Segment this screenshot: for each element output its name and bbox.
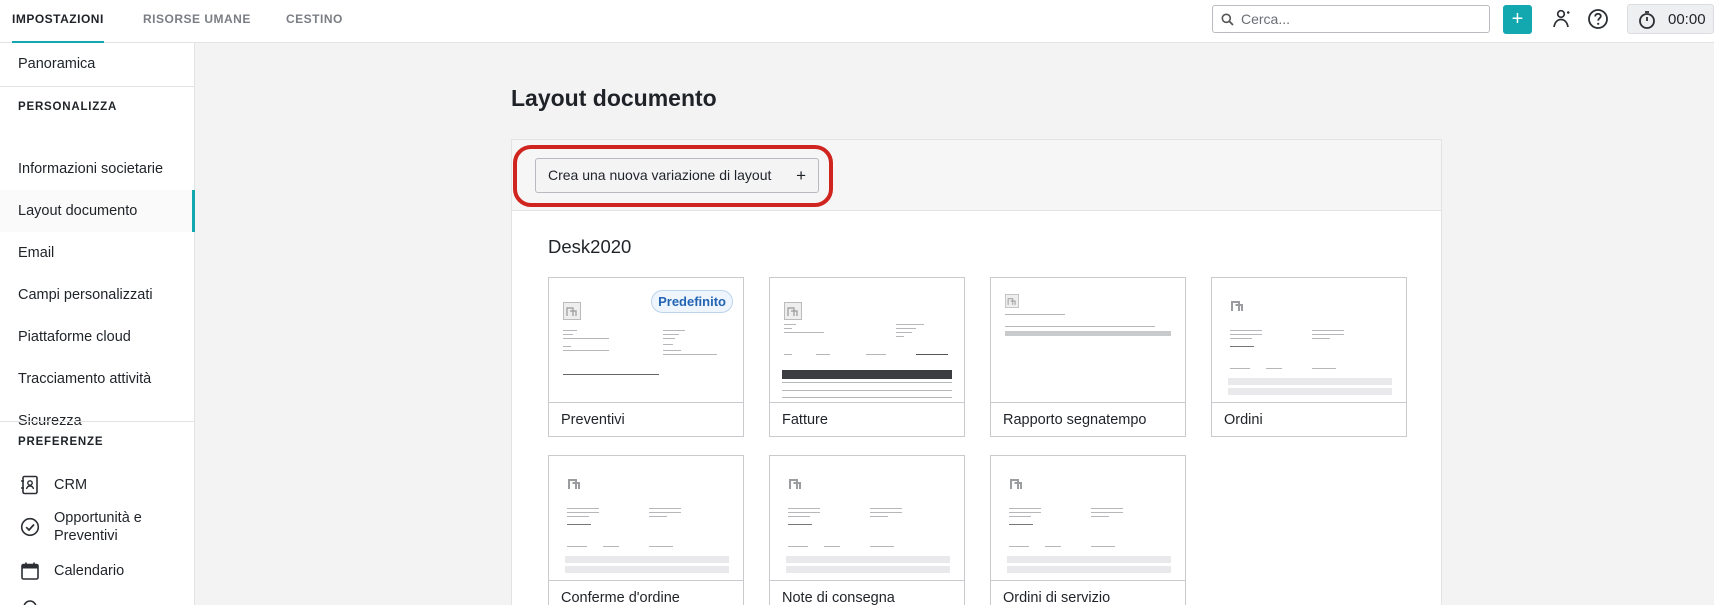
- sidebar: Panoramica PERSONALIZZA Informazioni soc…: [0, 43, 195, 605]
- page-title: Layout documento: [511, 85, 717, 111]
- check-circle-icon: [20, 517, 40, 537]
- sidebar-item-label: Calendario: [54, 563, 125, 579]
- timer-button[interactable]: 00:00: [1627, 4, 1714, 34]
- tab-risorse-umane[interactable]: RISORSE UMANE: [143, 0, 251, 43]
- layout-card-label: Conferme d'ordine: [549, 580, 743, 605]
- logo-placeholder-icon: [563, 302, 581, 320]
- layout-card-label: Ordini di servizio: [991, 580, 1185, 605]
- logo-placeholder-icon: [1005, 294, 1019, 308]
- layout-card-rapporto-segnatempo[interactable]: Rapporto segnatempo: [990, 277, 1186, 437]
- sidebar-item-label: Opportunità e Preventivi: [54, 510, 142, 544]
- search-icon: [1221, 13, 1234, 26]
- sidebar-item-campi-personalizzati[interactable]: Campi personalizzati: [0, 274, 195, 316]
- layout-preview: [770, 278, 964, 402]
- layout-group-title: Desk2020: [548, 236, 632, 257]
- create-layout-label: Crea una nuova variazione di layout: [548, 167, 772, 183]
- sidebar-item-label: CRM: [54, 477, 88, 493]
- plus-icon: +: [796, 166, 806, 185]
- sidebar-item-opportunita-preventivi[interactable]: Opportunità e Preventivi: [18, 509, 195, 547]
- layout-preview: Predefinito: [549, 278, 743, 402]
- calendar-icon: [21, 562, 39, 580]
- stopwatch-icon: [1639, 11, 1655, 29]
- search-input[interactable]: [1241, 9, 1481, 29]
- layout-preview: [991, 456, 1185, 580]
- add-button[interactable]: +: [1503, 5, 1532, 34]
- logo-placeholder-icon: [784, 302, 802, 320]
- tab-cestino[interactable]: CESTINO: [286, 0, 343, 43]
- sidebar-item-layout-documento[interactable]: Layout documento: [0, 190, 195, 232]
- sidebar-divider: [0, 86, 195, 87]
- sidebar-item-piattaforme-cloud[interactable]: Piattaforme cloud: [0, 316, 195, 358]
- layout-preview: [549, 456, 743, 580]
- layout-card-fatture[interactable]: Fatture: [769, 277, 965, 437]
- layout-card-label: Note di consegna: [770, 580, 964, 605]
- partial-icon: [23, 600, 37, 605]
- layout-card-label: Ordini: [1212, 402, 1406, 436]
- layout-card-label: Rapporto segnatempo: [991, 402, 1185, 436]
- logo-placeholder-icon: [789, 479, 801, 489]
- layout-card-preventivi[interactable]: Predefinito Preventivi: [548, 277, 744, 437]
- default-badge: Predefinito: [651, 290, 733, 313]
- search-box[interactable]: [1212, 5, 1490, 33]
- timer-value: 00:00: [1668, 11, 1706, 28]
- tab-impostazioni[interactable]: IMPOSTAZIONI: [12, 0, 104, 43]
- sidebar-heading-preferenze: PREFERENZE: [18, 436, 104, 448]
- layout-preview: [991, 278, 1185, 402]
- sidebar-item-calendario[interactable]: Calendario: [18, 561, 195, 581]
- layout-card-ordini[interactable]: Ordini: [1211, 277, 1407, 437]
- create-layout-variation-button[interactable]: Crea una nuova variazione di layout +: [535, 158, 819, 193]
- layout-card-note-di-consegna[interactable]: Note di consegna: [769, 455, 965, 605]
- help-icon[interactable]: [1586, 7, 1610, 31]
- logo-placeholder-icon: [1231, 301, 1243, 311]
- sidebar-item-tracciamento-attivita[interactable]: Tracciamento attività: [0, 358, 195, 400]
- contacts-book-icon: [21, 475, 38, 495]
- logo-placeholder-icon: [1010, 479, 1022, 489]
- layout-card-label: Preventivi: [549, 402, 743, 436]
- sidebar-item-email[interactable]: Email: [0, 232, 195, 274]
- layout-card-conferme-ordine[interactable]: Conferme d'ordine: [548, 455, 744, 605]
- layout-card-label: Fatture: [770, 402, 964, 436]
- users-icon[interactable]: [1550, 7, 1574, 31]
- sidebar-item-crm[interactable]: CRM: [18, 475, 195, 495]
- top-bar: IMPOSTAZIONI RISORSE UMANE CESTINO + 00:…: [0, 0, 1714, 43]
- sidebar-item-panoramica[interactable]: Panoramica: [0, 43, 195, 85]
- logo-placeholder-icon: [568, 479, 580, 489]
- layout-card-ordini-di-servizio[interactable]: Ordini di servizio: [990, 455, 1186, 605]
- panel-toolbar: Crea una nuova variazione di layout +: [512, 140, 1441, 211]
- layout-preview: [770, 456, 964, 580]
- sidebar-item-informazioni-societarie[interactable]: Informazioni societarie: [0, 148, 195, 190]
- layout-preview: [1212, 278, 1406, 402]
- sidebar-heading-personalizza: PERSONALIZZA: [18, 101, 118, 113]
- sidebar-divider: [0, 421, 195, 422]
- layout-panel: Crea una nuova variazione di layout + De…: [511, 139, 1442, 605]
